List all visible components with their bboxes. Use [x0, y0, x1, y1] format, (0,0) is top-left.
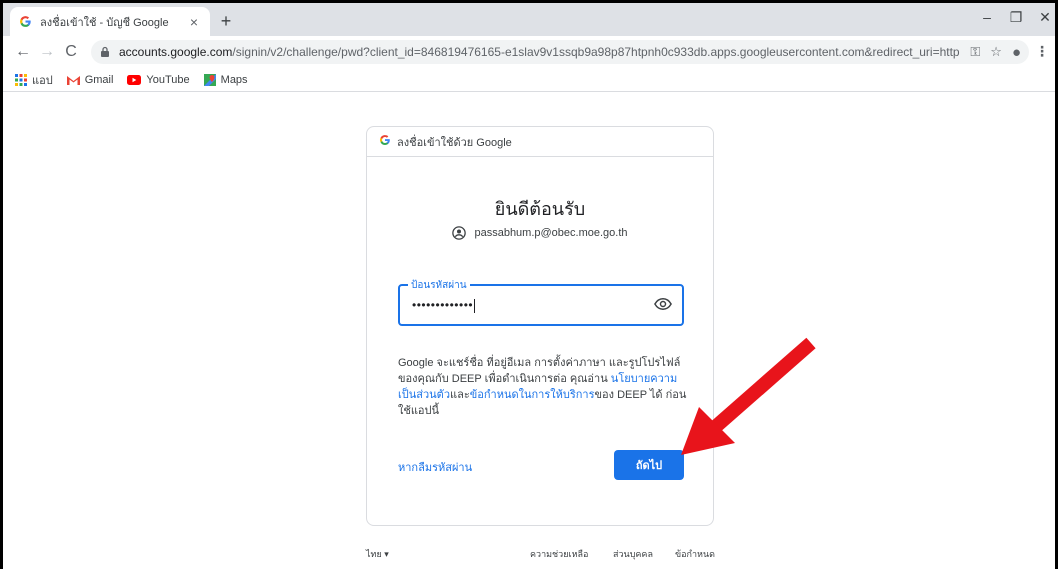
browser-window: ลงชื่อเข้าใช้ - บัญชี Google × + – ❐ ✕ ←…: [0, 0, 1058, 569]
terms-link[interactable]: ข้อกำหนดในการให้บริการ: [470, 389, 595, 401]
show-password-icon[interactable]: [654, 297, 672, 311]
page-title: ยินดีต้อนรับ: [494, 199, 586, 219]
lock-icon: [101, 46, 109, 57]
reload-button[interactable]: C: [59, 43, 83, 61]
menu-icon[interactable]: ⋮: [1035, 43, 1049, 60]
bookmark-gmail[interactable]: Gmail: [66, 73, 114, 86]
consent-text: Google จะแชร์ชื่อ ที่อยู่อีเมล การตั้งค่…: [398, 357, 687, 417]
red-arrow-annotation: [681, 337, 816, 455]
bookmark-label: แอป: [32, 74, 53, 87]
account-circle-icon: [452, 226, 467, 240]
account-email: passabhum.p@obec.moe.go.th: [474, 227, 628, 239]
password-label: ป้อนรหัสผ่าน: [408, 278, 470, 293]
url-text: accounts.google.com/signin/v2/challenge/…: [119, 45, 960, 59]
tab-title: ลงชื่อเข้าใช้ - บัญชี Google: [40, 16, 169, 29]
account-chip[interactable]: passabhum.p@obec.moe.go.th: [367, 226, 713, 240]
privacy-link[interactable]: ส่วนบุคคล: [613, 547, 653, 561]
bookmark-apps[interactable]: แอป: [15, 71, 53, 89]
google-logo-icon: [379, 134, 391, 149]
close-window-button[interactable]: ✕: [1035, 9, 1055, 26]
bookmarks-bar: แอป Gmail YouTube Maps: [3, 68, 1055, 92]
language-selector[interactable]: ไทย ▾: [366, 547, 389, 561]
signin-card: ลงชื่อเข้าใช้ด้วย Google ยินดีต้อนรับ pa…: [366, 126, 714, 526]
card-header: ลงชื่อเข้าใช้ด้วย Google: [367, 127, 713, 157]
google-favicon-icon: [18, 15, 32, 29]
apps-grid-icon: [15, 73, 27, 86]
profile-icon[interactable]: ●: [1012, 44, 1021, 61]
password-field[interactable]: ป้อนรหัสผ่าน •••••••••••••: [398, 278, 684, 326]
youtube-icon: [127, 74, 142, 85]
tab-strip: ลงชื่อเข้าใช้ - บัญชี Google × + – ❐ ✕: [3, 3, 1055, 36]
bookmark-maps[interactable]: Maps: [203, 73, 248, 86]
tab-close-button[interactable]: ×: [186, 14, 202, 30]
maps-icon: [203, 73, 216, 86]
card-header-text: ลงชื่อเข้าใช้ด้วย Google: [397, 136, 512, 149]
minimize-button[interactable]: –: [977, 9, 997, 25]
bookmark-youtube[interactable]: YouTube: [127, 73, 190, 86]
new-tab-button[interactable]: +: [215, 10, 237, 32]
star-icon[interactable]: ☆: [990, 44, 1002, 60]
terms-footer-link[interactable]: ข้อกำหนด: [675, 547, 715, 561]
password-input[interactable]: •••••••••••••: [412, 298, 476, 313]
help-link[interactable]: ความช่วยเหลือ: [530, 547, 588, 561]
gmail-icon: [66, 75, 80, 85]
toolbar: ← → C accounts.google.com/signin/v2/chal…: [3, 36, 1055, 68]
key-icon[interactable]: ⚿: [970, 44, 980, 60]
back-button[interactable]: ←: [11, 43, 35, 61]
address-bar[interactable]: accounts.google.com/signin/v2/challenge/…: [91, 40, 1029, 64]
forgot-password-link[interactable]: หากลืมรหัสผ่าน: [398, 458, 472, 476]
bookmark-label: Maps: [220, 73, 248, 86]
active-tab[interactable]: ลงชื่อเข้าใช้ - บัญชี Google ×: [10, 7, 210, 36]
forward-button[interactable]: →: [35, 43, 59, 61]
bookmark-label: Gmail: [84, 73, 114, 86]
restore-button[interactable]: ❐: [1006, 9, 1026, 26]
bookmark-label: YouTube: [146, 73, 190, 86]
